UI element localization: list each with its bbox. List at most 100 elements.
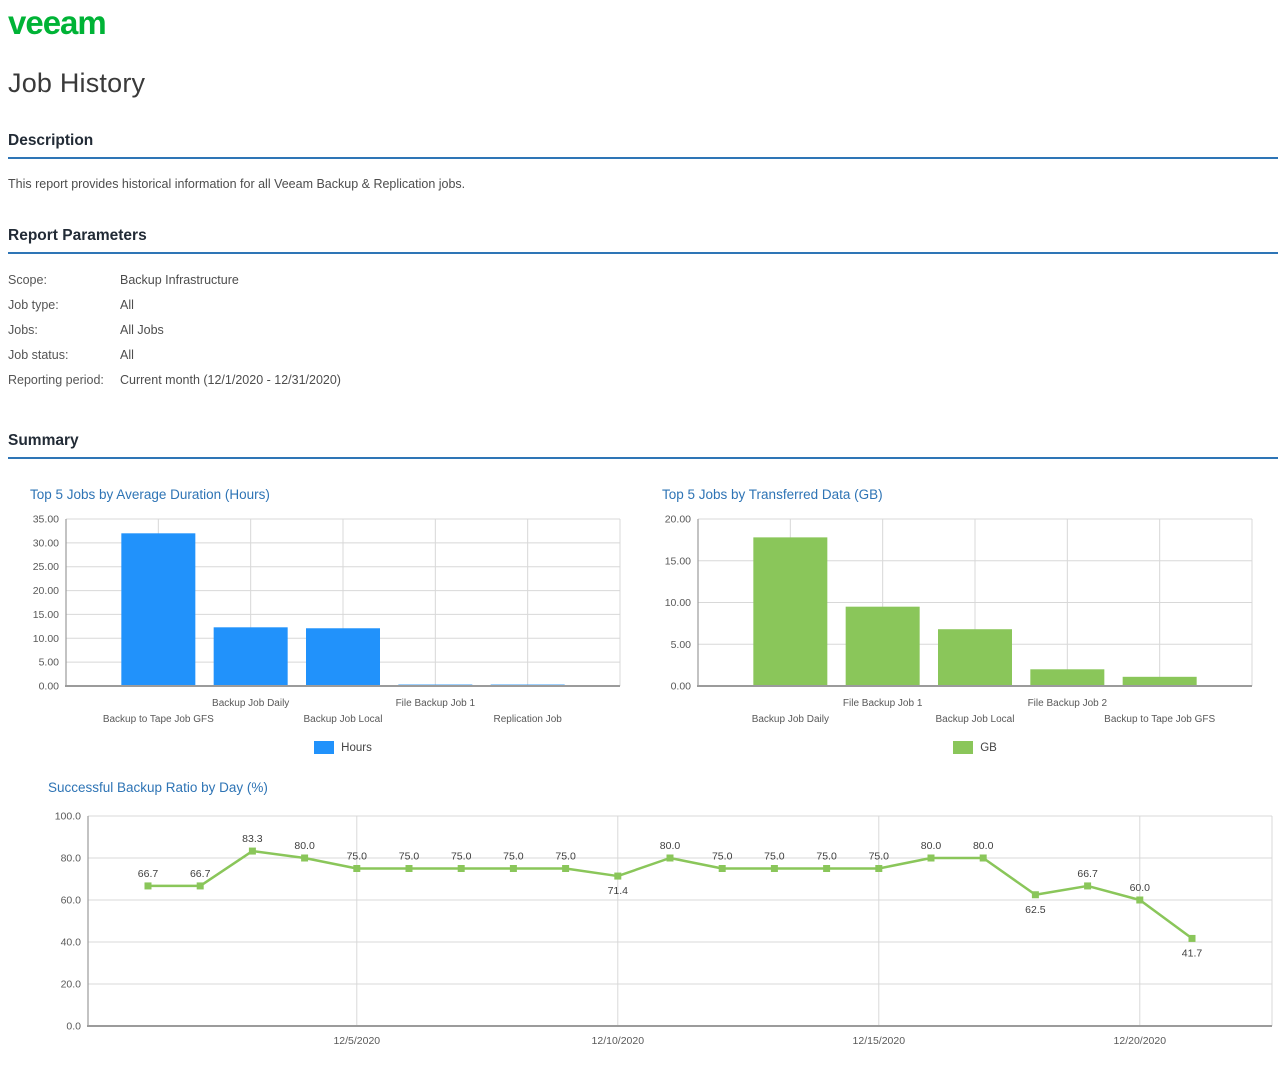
- param-row: Scope: Backup Infrastructure: [8, 267, 1278, 292]
- param-label: Scope:: [8, 272, 47, 287]
- data-point: [875, 865, 883, 872]
- chart-title-transferred-data: Top 5 Jobs by Transferred Data (GB): [662, 487, 883, 502]
- y-tick-label: 20.0: [61, 979, 82, 991]
- data-point: [1031, 891, 1039, 899]
- bar: [1030, 669, 1105, 686]
- y-tick-label: 5.00: [671, 639, 692, 651]
- summary-section: Summary Top 5 Jobs by Average Duration (…: [8, 432, 1278, 1063]
- data-point-label: 75.0: [869, 851, 890, 863]
- data-point-label: 75.0: [764, 851, 785, 863]
- y-tick-label: 20.00: [33, 585, 59, 597]
- x-tick-label: 12/15/2020: [853, 1035, 906, 1047]
- bar: [845, 606, 920, 686]
- data-point: [1084, 882, 1092, 890]
- parameters-heading: Report Parameters: [8, 227, 1278, 254]
- data-point: [979, 854, 987, 862]
- category-label: Backup Job Local: [304, 714, 383, 725]
- chart-title-average-duration: Top 5 Jobs by Average Duration (Hours): [30, 487, 270, 502]
- chart-average-duration: Top 5 Jobs by Average Duration (Hours) 0…: [8, 473, 628, 754]
- bar-chart-average-duration: 0.00 5.00 10.00 15.00 20.00 25.00 30.00 35.00 Ba…: [33, 514, 621, 725]
- y-tick-label: 10.00: [33, 633, 59, 645]
- description-text: This report provides historical informat…: [8, 177, 466, 191]
- data-point: [1188, 934, 1196, 942]
- bar: [213, 627, 288, 686]
- data-point-label: 60.0: [1130, 882, 1151, 894]
- description-section: Description This report provides histori…: [8, 132, 1278, 191]
- data-point: [196, 882, 204, 890]
- y-tick-label: 40.0: [61, 937, 82, 949]
- veeam-logo-graphic: veeam: [8, 4, 107, 41]
- param-label: Jobs:: [8, 322, 38, 337]
- bar-chart-transferred-data: 0.00 5.00 10.00 15.00 20.00 Backup Job Daily F…: [665, 514, 1253, 725]
- y-tick-label: 60.0: [61, 895, 82, 907]
- param-label: Job status:: [8, 347, 69, 362]
- summary-charts-row: Top 5 Jobs by Average Duration (Hours) 0…: [8, 473, 1278, 754]
- data-point: [666, 854, 674, 862]
- category-label: Backup Job Daily: [752, 714, 829, 725]
- data-point-label: 75.0: [451, 851, 472, 863]
- bar: [121, 533, 196, 686]
- data-point-label: 75.0: [712, 851, 733, 863]
- category-label: File Backup Job 1: [843, 698, 923, 709]
- data-point: [248, 847, 256, 855]
- category-label: Backup Job Daily: [212, 698, 289, 709]
- parameters-table: Scope: Backup Infrastructure Job type: All J…: [8, 267, 1278, 392]
- y-tick-label: 10.00: [665, 597, 691, 609]
- data-point: [457, 865, 465, 872]
- y-tick-label: 25.00: [33, 561, 59, 573]
- bar: [938, 629, 1012, 686]
- data-point-label: 80.0: [294, 840, 315, 852]
- bar: [753, 537, 828, 686]
- category-label: Backup to Tape Job GFS: [103, 714, 214, 725]
- data-point: [823, 865, 831, 872]
- data-point-label: 80.0: [973, 840, 994, 852]
- data-point: [144, 882, 152, 890]
- data-point-label: 62.5: [1025, 904, 1046, 916]
- chart-legend-gb: GB: [665, 741, 1280, 754]
- param-value: All Jobs: [120, 322, 164, 337]
- legend-label-gb: GB: [980, 741, 997, 754]
- chart-backup-ratio: Successful Backup Ratio by Day (%) 0.0 20…: [38, 780, 1280, 1063]
- param-row: Reporting period: Current month (12/1/202…: [8, 367, 1278, 392]
- data-point-label: 75.0: [399, 851, 420, 863]
- data-point-label: 80.0: [921, 840, 942, 852]
- param-value: Current month (12/1/2020 - 12/31/2020): [120, 372, 341, 387]
- data-point: [562, 865, 570, 872]
- data-point-label: 71.4: [608, 885, 629, 897]
- bar: [306, 628, 380, 686]
- data-point-label: 66.7: [138, 868, 159, 880]
- summary-heading: Summary: [8, 432, 1278, 459]
- data-point: [509, 865, 517, 872]
- param-row: Job status: All: [8, 342, 1278, 367]
- data-point: [927, 854, 935, 862]
- data-point: [301, 854, 309, 862]
- data-point-label: 66.7: [1077, 868, 1098, 880]
- data-point-label: 75.0: [555, 851, 576, 863]
- param-value: Backup Infrastructure: [120, 272, 239, 287]
- data-point: [1136, 896, 1144, 904]
- y-tick-label: 0.00: [39, 681, 60, 693]
- param-label: Reporting period:: [8, 372, 104, 387]
- category-label: File Backup Job 2: [1028, 698, 1108, 709]
- chart-title-backup-ratio: Successful Backup Ratio by Day (%): [48, 780, 268, 795]
- page-title: Job History: [8, 68, 146, 98]
- data-point-label: 80.0: [660, 840, 681, 852]
- y-tick-label: 15.00: [665, 555, 691, 567]
- data-point-label: 83.3: [242, 833, 263, 845]
- legend-swatch-hours: [314, 741, 335, 754]
- param-label: Job type:: [8, 297, 59, 312]
- y-tick-label: 20.00: [665, 514, 691, 526]
- y-tick-label: 100.0: [55, 811, 81, 823]
- veeam-logo-text: veeam: [8, 6, 106, 41]
- y-tick-label: 0.0: [66, 1021, 81, 1033]
- category-label: Replication Job: [493, 714, 562, 725]
- data-point-label: 75.0: [816, 851, 837, 863]
- report-page: veeam Job History Description This repor…: [0, 0, 1280, 1067]
- data-point: [770, 865, 778, 872]
- line-chart-backup-ratio: 0.0 20.0 40.0 60.0 80.0 100.0 12/5/2020 12/10/2…: [55, 811, 1273, 1047]
- category-label: Backup to Tape Job GFS: [1104, 714, 1215, 725]
- y-tick-label: 5.00: [39, 657, 60, 669]
- x-tick-label: 12/10/2020: [592, 1035, 645, 1047]
- data-point-label: 75.0: [503, 851, 524, 863]
- description-heading: Description: [8, 132, 1278, 159]
